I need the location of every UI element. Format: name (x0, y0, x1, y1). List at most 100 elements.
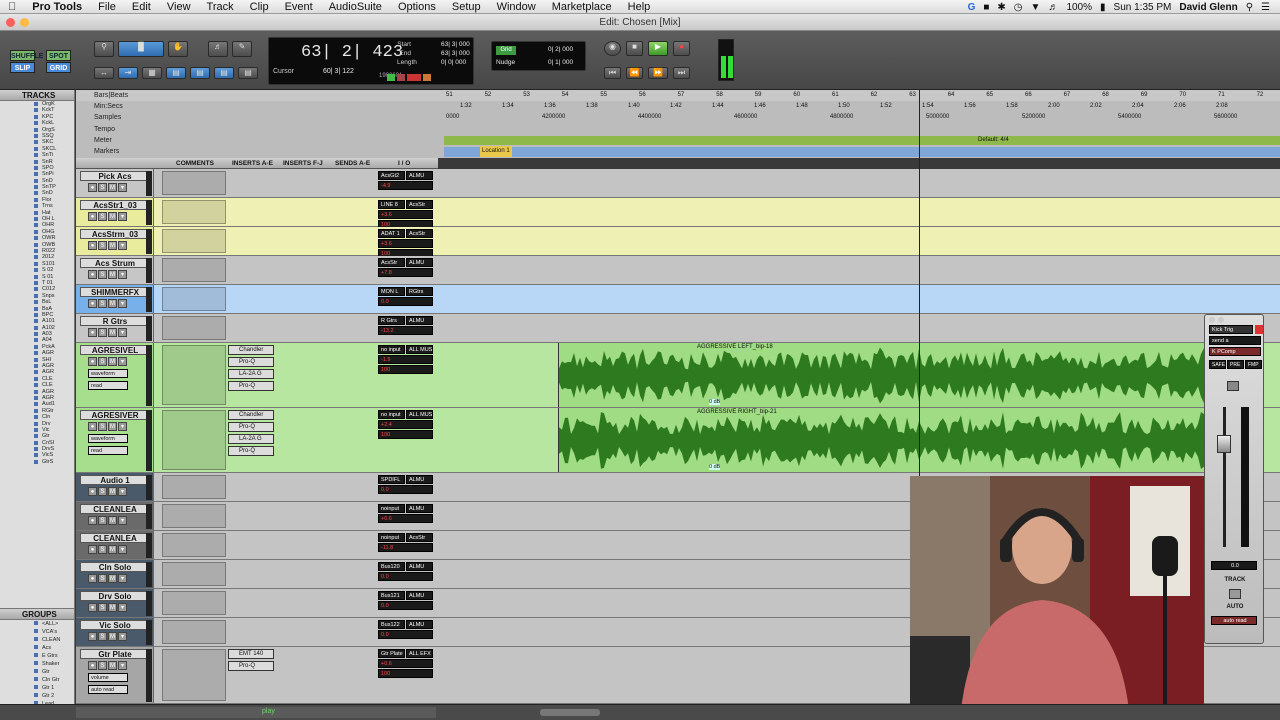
record-enable-button[interactable]: ● (88, 183, 97, 192)
insert-plugin[interactable]: Pro-Q (228, 422, 274, 432)
location-1-marker[interactable]: Location 1 (480, 146, 512, 157)
volume-readout[interactable]: 0.0 (378, 485, 433, 494)
tab-to-transient-icon[interactable]: ⇥ (118, 67, 138, 79)
sends-a-e-header[interactable]: SENDS A-E (335, 158, 370, 169)
output-volume[interactable]: 0.0 (1211, 561, 1257, 570)
rewind-icon[interactable]: ⏪ (626, 67, 643, 79)
insert-plugin[interactable]: LA-2A G (228, 434, 274, 444)
track-comments[interactable] (162, 504, 226, 528)
track-name[interactable]: AGRESIVER (80, 410, 150, 420)
group-list-item[interactable]: <ALL> (0, 620, 74, 628)
insert-plugin[interactable]: Pro-Q (228, 661, 274, 671)
volume-readout[interactable]: 0.0 (378, 297, 433, 306)
mute-button[interactable]: M (108, 212, 117, 221)
minimize-window-button[interactable] (20, 18, 29, 27)
track-name[interactable]: Cln Solo (80, 562, 150, 572)
track-comments[interactable] (162, 258, 226, 282)
group-list-item[interactable]: Gtr 2 (0, 692, 74, 700)
link-track-icon[interactable]: ▤ (190, 67, 210, 79)
input-selector[interactable]: SPDIFL (378, 475, 405, 484)
solo-button[interactable]: S (98, 516, 107, 525)
menu-edit[interactable]: Edit (124, 1, 159, 13)
input-selector[interactable]: noinput (378, 504, 405, 513)
output-selector[interactable]: AcsStr (406, 229, 433, 238)
solo-button[interactable]: S (98, 661, 107, 670)
zoom-toggle-icon[interactable]: ↔ (94, 67, 114, 79)
track-row[interactable]: AcsStrm_03 ● S M ▾ ADAT 1 AcsStr +3.6 100 (76, 227, 1280, 258)
input-selector[interactable]: AcsStr (378, 258, 405, 267)
apple-icon[interactable]:  (0, 1, 24, 13)
input-selector[interactable]: Bus120 (378, 562, 405, 571)
play-button-icon[interactable]: ▶ (648, 41, 668, 56)
insert-plugin[interactable]: LA-2A G (228, 369, 274, 379)
output-selector[interactable]: RGtrs (406, 287, 433, 296)
record-enable-button[interactable]: ● (88, 487, 97, 496)
keyboard-focus-icon[interactable]: ▤ (238, 67, 258, 79)
pencil-tool-icon[interactable]: ✎ (232, 41, 252, 57)
solo-button[interactable]: S (98, 183, 107, 192)
tracks-header[interactable]: TRACKS (0, 90, 74, 101)
pan-readout[interactable]: 100 (378, 430, 433, 439)
volume-readout[interactable]: +7.8 (378, 268, 433, 277)
bars-beats-ruler[interactable]: Bars|Beats 51 52 53 54 55 56 57 58 59 60 61 62 63 64 6… (76, 90, 1280, 101)
menu-options[interactable]: Options (390, 1, 444, 13)
spot-mode-button[interactable]: SPOT (46, 50, 71, 61)
online-button-icon[interactable]: ◉ (604, 41, 621, 56)
track-name[interactable]: Audio 1 (80, 475, 150, 485)
volume-readout[interactable]: 0.0 (378, 601, 433, 610)
solo-button[interactable]: S (98, 422, 107, 431)
track-comments[interactable] (162, 410, 226, 470)
mute-button[interactable]: M (108, 241, 117, 250)
record-enable-button[interactable]: ● (88, 603, 97, 612)
bluetooth-icon[interactable]: ✱ (997, 2, 1005, 13)
return-to-zero-icon[interactable]: ⏮ (604, 67, 621, 79)
nudge-label[interactable]: Nudge (496, 59, 515, 66)
mute-button[interactable]: M (108, 574, 117, 583)
mute-button[interactable]: M (108, 183, 117, 192)
solo-button[interactable]: S (98, 632, 107, 641)
mirror-midi-icon[interactable]: ▦ (142, 67, 162, 79)
volume-readout[interactable]: -4.9 (378, 181, 433, 190)
start-field[interactable]: 63| 3| 000 (441, 40, 470, 49)
track-name[interactable]: R Gtrs (80, 316, 150, 326)
inserts-f-j-header[interactable]: INSERTS F-J (283, 158, 323, 169)
menu-clip[interactable]: Clip (242, 1, 277, 13)
slip-mode-button[interactable]: SLIP (10, 62, 35, 73)
view-selector[interactable]: ▾ (118, 328, 127, 337)
input-selector[interactable]: AcsGt2 (378, 171, 405, 180)
track-view-mode[interactable]: waveform (88, 369, 128, 378)
menu-audiosuite[interactable]: AudioSuite (321, 1, 390, 13)
track-name[interactable]: Drv Solo (80, 591, 150, 601)
clock[interactable]: Sun 1:35 PM (1114, 2, 1172, 13)
output-selector[interactable]: AcsStr (406, 200, 433, 209)
view-selector[interactable]: ▾ (118, 357, 127, 366)
mute-button[interactable]: M (108, 516, 117, 525)
insert-plugin[interactable]: Pro-Q (228, 357, 274, 367)
track-name[interactable]: Gtr Plate (80, 649, 150, 659)
menu-view[interactable]: View (159, 1, 199, 13)
pre-button[interactable]: PRE (1227, 360, 1244, 369)
audio-clip[interactable]: AGGRESSIVE LEFT_bip-18 0 dB (558, 343, 1204, 407)
group-list-item[interactable]: VCA's (0, 628, 74, 636)
track-name[interactable]: Vic Solo (80, 620, 150, 630)
solo-button[interactable]: S (98, 270, 107, 279)
output-selector[interactable]: ALMU (406, 591, 433, 600)
output-selector[interactable]: ALL EFX (406, 649, 433, 658)
mute-button[interactable]: M (108, 545, 117, 554)
stop-button-icon[interactable]: ■ (626, 41, 643, 56)
grid-value[interactable]: 0| 2| 000 (548, 46, 573, 53)
record-enable-button[interactable]: ● (88, 545, 97, 554)
fmp-button[interactable]: FMP (1245, 360, 1262, 369)
view-selector[interactable]: ▾ (118, 422, 127, 431)
grid-label[interactable]: Grid (496, 46, 516, 55)
menu-setup[interactable]: Setup (444, 1, 489, 13)
record-enable-button[interactable]: ● (88, 212, 97, 221)
menu-help[interactable]: Help (620, 1, 659, 13)
track-name[interactable]: SHIMMERFX (80, 287, 150, 297)
input-selector[interactable]: Bus121 (378, 591, 405, 600)
pan-readout[interactable]: 100 (378, 669, 433, 678)
record-button-icon[interactable]: ● (673, 41, 690, 56)
track-name[interactable]: AGRESIVEL (80, 345, 150, 355)
volume-readout[interactable]: 0.0 (378, 630, 433, 639)
view-selector[interactable]: ▾ (118, 574, 127, 583)
